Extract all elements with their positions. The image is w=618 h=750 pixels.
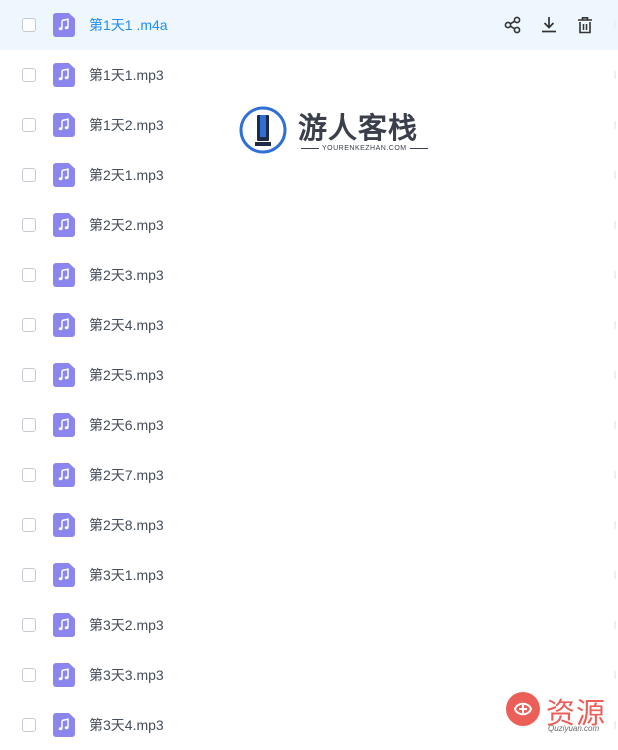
audio-file-icon [53,263,75,287]
row-actions [502,14,596,36]
file-name[interactable]: 第3天2.mp3 [89,615,164,635]
watermark-title: 游人客栈 [298,111,419,145]
file-name[interactable]: 第2天5.mp3 [89,365,164,385]
file-name[interactable]: 第1天2.mp3 [89,115,164,135]
audio-file-icon [53,613,75,637]
file-checkbox[interactable] [22,668,36,682]
file-row[interactable]: 第2天4.mp3 [0,300,618,350]
file-name[interactable]: 第2天4.mp3 [89,315,164,335]
file-name[interactable]: 第2天2.mp3 [89,215,164,235]
file-checkbox[interactable] [22,618,36,632]
audio-file-icon [53,163,75,187]
watermark-subtitle: YOURENKEZHAN.COM [298,145,431,152]
audio-file-icon [53,63,75,87]
download-icon[interactable] [538,14,560,36]
file-row[interactable]: 第2天8.mp3 [0,500,618,550]
file-row[interactable]: 第2天5.mp3 [0,350,618,400]
file-checkbox[interactable] [22,68,36,82]
audio-file-icon [53,113,75,137]
file-row[interactable]: 第1天1.mp3 [0,50,618,100]
file-checkbox[interactable] [22,18,36,32]
audio-file-icon [53,463,75,487]
file-row[interactable]: 第3天1.mp3 [0,550,618,600]
file-checkbox[interactable] [22,518,36,532]
file-checkbox[interactable] [22,218,36,232]
file-checkbox[interactable] [22,268,36,282]
file-checkbox[interactable] [22,568,36,582]
file-row[interactable]: 第2天6.mp3 [0,400,618,450]
file-checkbox[interactable] [22,418,36,432]
file-name[interactable]: 第3天1.mp3 [89,565,164,585]
watermark-logo: 游人客栈 YOURENKEZHAN.COM [238,103,428,159]
file-checkbox[interactable] [22,168,36,182]
file-name[interactable]: 第1天1.mp3 [89,65,164,85]
file-row[interactable]: 第2天7.mp3 [0,450,618,500]
file-row[interactable]: 第3天2.mp3 [0,600,618,650]
file-name[interactable]: 第2天1.mp3 [89,165,164,185]
delete-icon[interactable] [574,14,596,36]
corner-watermark-sub: Quziyuan.com [548,724,600,733]
file-row[interactable]: 第1天1 .m4a [0,0,618,50]
audio-file-icon [53,13,75,37]
file-name[interactable]: 第2天3.mp3 [89,265,164,285]
file-row[interactable]: 第2天3.mp3 [0,250,618,300]
file-checkbox[interactable] [22,318,36,332]
file-name[interactable]: 第2天8.mp3 [89,515,164,535]
audio-file-icon [53,313,75,337]
file-checkbox[interactable] [22,118,36,132]
audio-file-icon [53,363,75,387]
watermark-badge-icon [239,106,287,154]
audio-file-icon [53,713,75,737]
audio-file-icon [53,563,75,587]
file-name[interactable]: 第1天1 .m4a [89,15,168,35]
file-name[interactable]: 第2天6.mp3 [89,415,164,435]
file-name[interactable]: 第2天7.mp3 [89,465,164,485]
audio-file-icon [53,413,75,437]
audio-file-icon [53,213,75,237]
corner-watermark-badge-icon [506,692,540,726]
audio-file-icon [53,663,75,687]
share-icon[interactable] [502,14,524,36]
file-row[interactable]: 第2天2.mp3 [0,200,618,250]
audio-file-icon [53,513,75,537]
file-name[interactable]: 第3天4.mp3 [89,715,164,735]
file-checkbox[interactable] [22,718,36,732]
file-checkbox[interactable] [22,468,36,482]
corner-watermark: 资源 Quziyuan.com [502,690,618,737]
file-name[interactable]: 第3天3.mp3 [89,665,164,685]
file-checkbox[interactable] [22,368,36,382]
